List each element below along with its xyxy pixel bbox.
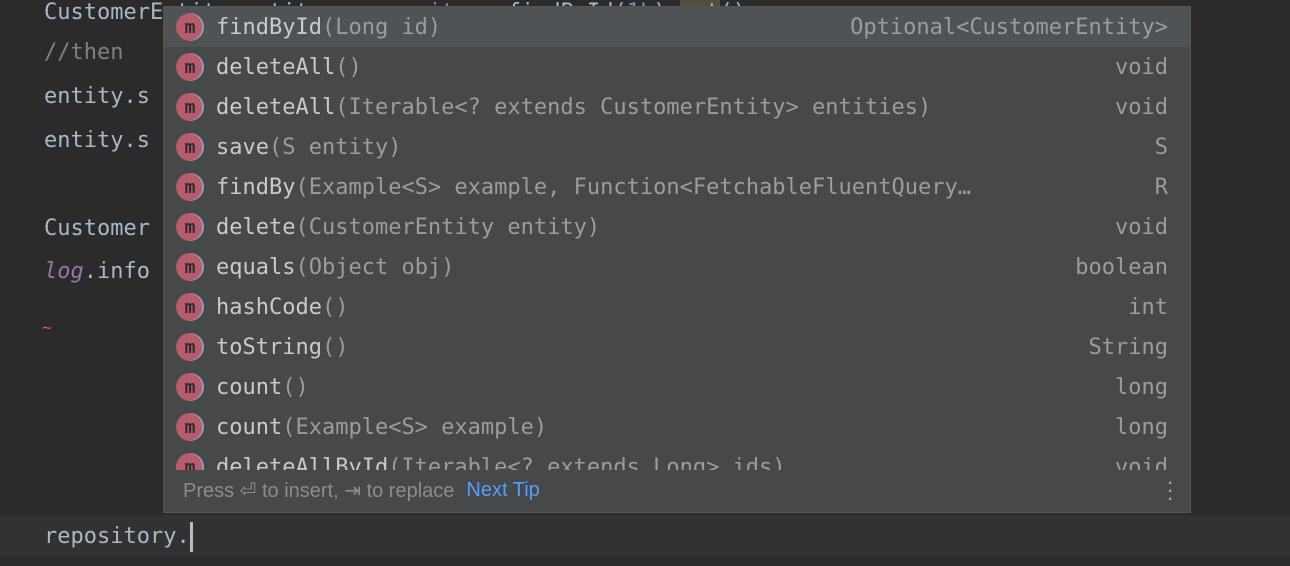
method-name: deleteAll <box>216 94 336 120</box>
method-params: (Example<S> example, Function<FetchableF… <box>295 174 971 200</box>
completion-item[interactable]: m save (S entity) S <box>164 127 1190 167</box>
completion-item[interactable]: m deleteAll() void <box>164 47 1190 87</box>
completion-item[interactable]: m equals (Object obj) boolean <box>164 247 1190 287</box>
return-type: Optional<CustomerEntity> <box>850 14 1168 40</box>
method-params: (Object obj) <box>295 254 455 280</box>
code-line[interactable]: log.info <box>44 257 150 287</box>
method-icon: m <box>176 13 204 41</box>
method-params: () <box>335 54 362 80</box>
completion-item[interactable]: m count() long <box>164 367 1190 407</box>
method-name: count <box>216 414 283 440</box>
completion-list[interactable]: m findById (Long id) Optional<CustomerEntit… <box>164 7 1190 470</box>
return-type: long <box>1115 414 1168 440</box>
method-params: (Example<S> example) <box>282 414 548 440</box>
code-token: Customer <box>44 216 150 241</box>
return-type: String <box>1088 334 1168 360</box>
code-token: entity.s <box>44 128 150 153</box>
method-icon: m <box>176 253 204 281</box>
method-name: deleteAll <box>216 54 336 80</box>
more-options-icon[interactable]: · · · <box>1167 471 1174 509</box>
current-line[interactable] <box>0 515 1290 557</box>
code-token: entity.s <box>44 84 150 109</box>
return-type: void <box>1115 54 1168 80</box>
completion-item[interactable]: m hashCode() int <box>164 287 1190 327</box>
method-icon: m <box>176 173 204 201</box>
method-name: findBy <box>216 174 296 200</box>
method-icon: m <box>176 293 204 321</box>
completion-item[interactable]: m toString() String <box>164 327 1190 367</box>
code-line[interactable]: entity.s <box>44 126 150 156</box>
completion-item[interactable]: m delete (CustomerEntity entity) void <box>164 207 1190 247</box>
method-params: (Iterable<? extends CustomerEntity> enti… <box>335 94 932 120</box>
method-name: count <box>216 374 283 400</box>
method-name: delete <box>216 214 296 240</box>
method-icon: m <box>176 93 204 121</box>
completion-item[interactable]: m deleteAllById (Iterable<? extends Long> … <box>164 447 1190 470</box>
completion-popup: m findById (Long id) Optional<CustomerEntit… <box>163 6 1191 513</box>
current-line-text[interactable]: repository. <box>44 522 193 552</box>
return-type: int <box>1128 294 1168 320</box>
return-type: void <box>1115 214 1168 240</box>
method-icon: m <box>176 373 204 401</box>
method-icon: m <box>176 53 204 81</box>
method-name: equals <box>216 254 296 280</box>
return-type: S <box>1154 134 1168 160</box>
completion-item[interactable]: m findById (Long id) Optional<CustomerEntit… <box>164 7 1190 47</box>
method-params: () <box>282 374 309 400</box>
method-params: (S entity) <box>268 134 402 160</box>
return-type: R <box>1154 174 1168 200</box>
code-token: log <box>44 259 84 284</box>
completion-item[interactable]: m findBy (Example<S> example, Function<Fet… <box>164 167 1190 207</box>
footer-hint: Press ⏎ to insert, ⇥ to replace <box>183 479 455 502</box>
return-type: void <box>1115 94 1168 120</box>
method-icon: m <box>176 333 204 361</box>
method-name: findById <box>216 14 322 40</box>
next-tip-link[interactable]: Next Tip <box>466 479 539 502</box>
return-type: long <box>1115 374 1168 400</box>
method-icon: m <box>176 213 204 241</box>
method-icon: m <box>176 413 204 441</box>
code-line[interactable]: Customer <box>44 214 150 244</box>
return-type: boolean <box>1075 254 1168 280</box>
code-token: .info <box>83 259 150 284</box>
method-name: toString <box>216 334 322 360</box>
code-line[interactable]: //then <box>44 38 123 68</box>
code-token: //then <box>44 40 124 65</box>
code-line[interactable]: entity.s <box>44 82 150 112</box>
completion-item[interactable]: m deleteAll (Iterable<? extends CustomerEn… <box>164 87 1190 127</box>
completion-footer: Press ⏎ to insert, ⇥ to replace Next Tip… <box>164 468 1190 512</box>
method-params: () <box>321 294 349 320</box>
method-params: (Long id) <box>321 14 442 40</box>
completion-item[interactable]: m count (Example<S> example) long <box>164 407 1190 447</box>
method-params: (CustomerEntity entity) <box>295 214 601 240</box>
method-name: hashCode <box>216 294 322 320</box>
method-icon: m <box>176 133 204 161</box>
error-squiggle: ~ <box>42 318 52 337</box>
method-params: () <box>321 334 349 360</box>
text-caret <box>189 522 193 552</box>
method-name: save <box>216 134 269 160</box>
